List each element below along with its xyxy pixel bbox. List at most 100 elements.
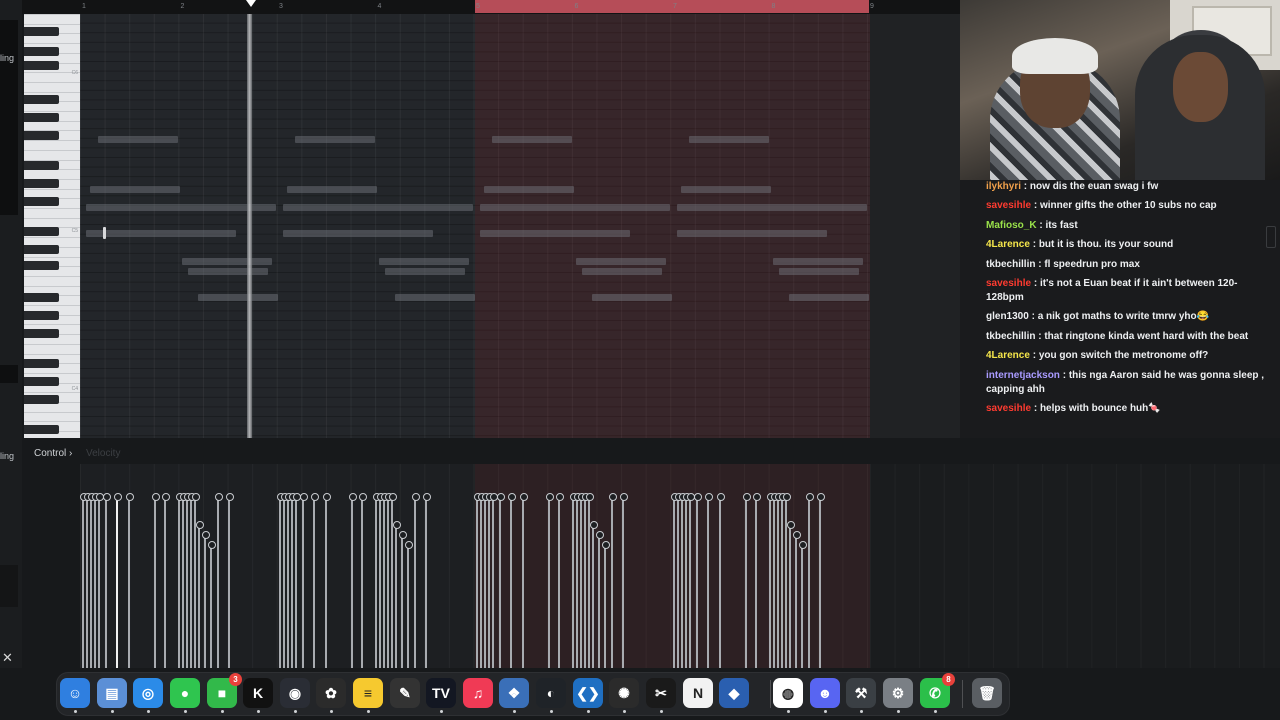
midi-note[interactable] bbox=[480, 230, 630, 237]
velocity-stem[interactable] bbox=[779, 493, 787, 668]
timeline-ruler[interactable]: 1 2 3 4 5 6 7 8 9 bbox=[22, 0, 960, 14]
midi-note[interactable] bbox=[677, 204, 867, 211]
piano-black-key[interactable] bbox=[24, 197, 59, 206]
velocity-stem[interactable] bbox=[385, 493, 393, 668]
pen-icon[interactable]: ✎ bbox=[390, 678, 420, 708]
velocity-stem[interactable] bbox=[578, 493, 586, 668]
velocity-stem[interactable] bbox=[152, 493, 160, 668]
velocity-stem[interactable] bbox=[381, 493, 389, 668]
velocity-stem[interactable] bbox=[705, 493, 713, 668]
velocity-stem[interactable] bbox=[683, 493, 691, 668]
velocity-stem[interactable] bbox=[103, 493, 111, 668]
midi-note[interactable] bbox=[492, 136, 572, 143]
midi-note[interactable] bbox=[773, 258, 863, 265]
discord-icon[interactable]: ☻ bbox=[810, 678, 840, 708]
control-dropdown[interactable]: Control › bbox=[34, 448, 72, 459]
github-icon[interactable]: ◐ bbox=[536, 678, 566, 708]
velocity-stem[interactable] bbox=[126, 493, 134, 668]
midi-note[interactable] bbox=[576, 258, 666, 265]
velocity-stem[interactable] bbox=[474, 493, 482, 668]
velocity-stem[interactable] bbox=[590, 521, 598, 668]
velocity-stem[interactable] bbox=[508, 493, 516, 668]
chat-username[interactable]: internetjackson bbox=[986, 370, 1060, 381]
velocity-stem[interactable] bbox=[490, 493, 498, 668]
velocity-stem[interactable] bbox=[546, 493, 554, 668]
velocity-stem[interactable] bbox=[84, 493, 92, 668]
velocity-stem[interactable] bbox=[202, 531, 210, 668]
midi-note[interactable] bbox=[287, 186, 377, 193]
piano-black-key[interactable] bbox=[24, 395, 59, 404]
velocity-stem[interactable] bbox=[373, 493, 381, 668]
finder-icon[interactable]: ☺ bbox=[60, 678, 90, 708]
velocity-stem[interactable] bbox=[787, 521, 795, 668]
midi-note[interactable] bbox=[188, 268, 268, 275]
piano-black-key[interactable] bbox=[24, 261, 59, 270]
chat-username[interactable]: savesihle bbox=[986, 403, 1031, 414]
midi-note[interactable] bbox=[385, 268, 465, 275]
piano-black-key[interactable] bbox=[24, 425, 59, 434]
chat-username[interactable]: tkbechillin bbox=[986, 259, 1035, 270]
velocity-stem[interactable] bbox=[482, 493, 490, 668]
midi-note[interactable] bbox=[779, 268, 859, 275]
virtualbox-icon[interactable]: ◆ bbox=[719, 678, 749, 708]
piano-black-key[interactable] bbox=[24, 113, 59, 122]
piano-black-key[interactable] bbox=[24, 245, 59, 254]
chat-username[interactable]: ilykhyri bbox=[986, 181, 1021, 192]
velocity-stem[interactable] bbox=[399, 531, 407, 668]
midi-note[interactable] bbox=[283, 204, 473, 211]
obs-icon[interactable]: ◉ bbox=[280, 678, 310, 708]
piano-black-key[interactable] bbox=[24, 293, 59, 302]
piano-black-key[interactable] bbox=[24, 179, 59, 188]
tools-icon[interactable]: ⚒ bbox=[846, 678, 876, 708]
midi-note[interactable] bbox=[689, 136, 769, 143]
chat-username[interactable]: savesihle bbox=[986, 200, 1031, 211]
chatgpt-icon[interactable]: ✺ bbox=[609, 678, 639, 708]
velocity-stem[interactable] bbox=[753, 493, 761, 668]
velocity-stem[interactable] bbox=[520, 493, 528, 668]
velocity-stem[interactable] bbox=[180, 493, 188, 668]
system-settings-icon[interactable]: ⚙ bbox=[883, 678, 913, 708]
chrome-icon[interactable]: ◍ bbox=[773, 678, 803, 708]
midi-note[interactable] bbox=[677, 230, 827, 237]
trash-icon[interactable]: 🗑 bbox=[972, 678, 1002, 708]
midi-note[interactable] bbox=[98, 136, 178, 143]
midi-note[interactable] bbox=[592, 294, 672, 301]
piano-black-key[interactable] bbox=[24, 161, 59, 170]
chat-username[interactable]: 4Larence bbox=[986, 350, 1030, 361]
velocity-stem[interactable] bbox=[323, 493, 331, 668]
velocity-stem[interactable] bbox=[293, 493, 301, 668]
velocity-stem[interactable] bbox=[767, 493, 775, 668]
midi-note[interactable] bbox=[681, 186, 771, 193]
velocity-stem[interactable] bbox=[486, 493, 494, 668]
midi-note[interactable] bbox=[379, 258, 469, 265]
midi-note[interactable] bbox=[283, 230, 433, 237]
midi-note[interactable] bbox=[395, 294, 475, 301]
velocity-stem[interactable] bbox=[497, 493, 505, 668]
kick-icon[interactable]: K bbox=[243, 678, 273, 708]
velocity-stem[interactable] bbox=[574, 493, 582, 668]
piano-roll-empty-area[interactable] bbox=[870, 14, 960, 438]
velocity-stem[interactable] bbox=[208, 541, 216, 668]
music-icon[interactable]: ♫ bbox=[463, 678, 493, 708]
velocity-stem[interactable] bbox=[176, 493, 184, 668]
velocity-stem[interactable] bbox=[277, 493, 285, 668]
loop-region-marker[interactable] bbox=[475, 0, 869, 13]
midi-note[interactable] bbox=[182, 258, 272, 265]
piano-black-key[interactable] bbox=[24, 47, 59, 56]
velocity-stem[interactable] bbox=[412, 493, 420, 668]
fl-studio-icon[interactable]: ✿ bbox=[316, 678, 346, 708]
velocity-stem[interactable] bbox=[196, 521, 204, 668]
notes-icon[interactable]: ≡ bbox=[353, 678, 383, 708]
piano-black-key[interactable] bbox=[24, 311, 59, 320]
velocity-stem[interactable] bbox=[300, 493, 308, 668]
capcut-icon[interactable]: ✂ bbox=[646, 678, 676, 708]
velocity-stem[interactable] bbox=[289, 493, 297, 668]
chat-username[interactable]: savesihle bbox=[986, 278, 1031, 289]
notion-icon[interactable]: N bbox=[683, 678, 713, 708]
velocity-stem[interactable] bbox=[88, 493, 96, 668]
velocity-stem[interactable] bbox=[694, 493, 702, 668]
piano-black-key[interactable] bbox=[24, 377, 59, 386]
midi-note[interactable] bbox=[789, 294, 869, 301]
midi-note[interactable] bbox=[90, 186, 180, 193]
velocity-stem[interactable] bbox=[771, 493, 779, 668]
